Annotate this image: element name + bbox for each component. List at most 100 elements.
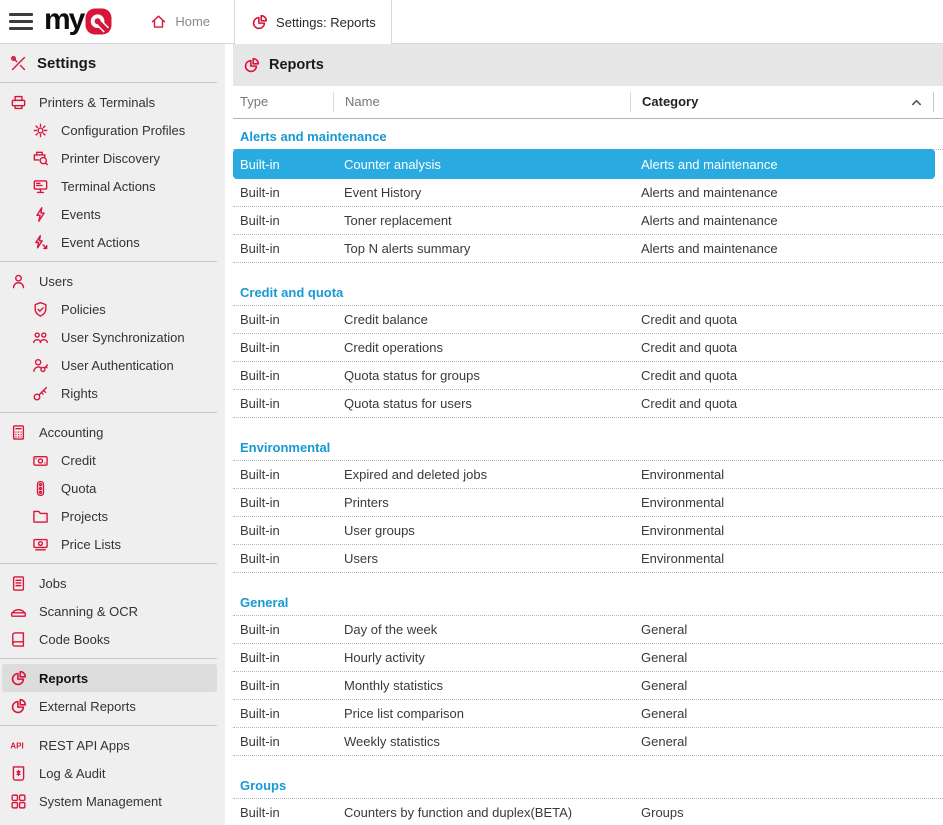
cell-type: Built-in — [233, 734, 333, 749]
table-row-expired-and-deleted-jobs[interactable]: Built-inExpired and deleted jobsEnvironm… — [233, 461, 943, 489]
sidebar-nav: Printers & TerminalsConfiguration Profil… — [0, 82, 225, 815]
cell-name: Quota status for groups — [333, 368, 630, 383]
cell-name: Hourly activity — [333, 650, 630, 665]
cell-type: Built-in — [233, 523, 333, 538]
cell-name: Day of the week — [333, 622, 630, 637]
sidebar-item-label: Terminal Actions — [61, 179, 156, 194]
table-row-counter-analysis[interactable]: Built-inCounter analysisAlerts and maint… — [233, 149, 935, 179]
table-row-printers[interactable]: Built-inPrintersEnvironmental — [233, 489, 943, 517]
table-row-credit-operations[interactable]: Built-inCredit operationsCredit and quot… — [233, 334, 943, 362]
cell-type: Built-in — [233, 551, 333, 566]
table-row-price-list-comparison[interactable]: Built-inPrice list comparisonGeneral — [233, 700, 943, 728]
sidebar-item-code-books[interactable]: Code Books — [0, 625, 225, 653]
sidebar-item-user-authentication[interactable]: User Authentication — [0, 351, 225, 379]
sidebar-item-accounting[interactable]: Accounting — [0, 418, 225, 446]
table-row-quota-status-for-groups[interactable]: Built-inQuota status for groupsCredit an… — [233, 362, 943, 390]
myq-logo[interactable]: my — [44, 0, 112, 43]
cell-type: Built-in — [233, 241, 333, 256]
sidebar-item-label: Quota — [61, 481, 96, 496]
column-label: Type — [240, 94, 268, 109]
sidebar-item-label: Projects — [61, 509, 108, 524]
cell-name: User groups — [333, 523, 630, 538]
sidebar: Settings Printers & TerminalsConfigurati… — [0, 44, 225, 825]
group-header: Credit and quota — [233, 283, 943, 306]
cell-type: Built-in — [233, 157, 333, 172]
sidebar-item-rest-api-apps[interactable]: APIREST API Apps — [0, 731, 225, 759]
sidebar-item-external-reports[interactable]: External Reports — [0, 692, 225, 720]
table-row-monthly-statistics[interactable]: Built-inMonthly statisticsGeneral — [233, 672, 943, 700]
report-group-environmental: EnvironmentalBuilt-inExpired and deleted… — [233, 438, 943, 573]
table-row-counters-by-function-and-duplex-beta[interactable]: Built-inCounters by function and duplex(… — [233, 799, 943, 825]
pie-chart-icon — [250, 14, 268, 31]
cell-category: Environmental — [630, 467, 943, 482]
user-icon — [9, 273, 27, 290]
sidebar-item-log-audit[interactable]: Log & Audit — [0, 759, 225, 787]
page-header: Reports — [233, 44, 943, 86]
grid-icon — [9, 793, 27, 810]
cell-name: Event History — [333, 185, 630, 200]
sidebar-item-events[interactable]: Events — [0, 200, 225, 228]
cell-name: Printers — [333, 495, 630, 510]
table-row-hourly-activity[interactable]: Built-inHourly activityGeneral — [233, 644, 943, 672]
sidebar-item-configuration-profiles[interactable]: Configuration Profiles — [0, 116, 225, 144]
sidebar-item-users[interactable]: Users — [0, 267, 225, 295]
cell-name: Weekly statistics — [333, 734, 630, 749]
sidebar-item-user-synchronization[interactable]: User Synchronization — [0, 323, 225, 351]
cell-name: Credit balance — [333, 312, 630, 327]
cell-category: General — [630, 622, 943, 637]
sidebar-item-printers-terminals[interactable]: Printers & Terminals — [0, 88, 225, 116]
column-header-type[interactable]: Type — [233, 92, 333, 112]
sidebar-item-rights[interactable]: Rights — [0, 379, 225, 407]
table-row-top-n-alerts-summary[interactable]: Built-inTop N alerts summaryAlerts and m… — [233, 235, 943, 263]
sidebar-item-printer-discovery[interactable]: Printer Discovery — [0, 144, 225, 172]
cell-category: Credit and quota — [630, 312, 943, 327]
sidebar-item-jobs[interactable]: Jobs — [0, 569, 225, 597]
cell-type: Built-in — [233, 622, 333, 637]
cell-type: Built-in — [233, 467, 333, 482]
tab-bar: HomeSettings: Reports — [134, 0, 391, 43]
cell-type: Built-in — [233, 805, 333, 820]
calculator-icon — [9, 424, 27, 441]
sidebar-item-label: Accounting — [39, 425, 103, 440]
table-row-user-groups[interactable]: Built-inUser groupsEnvironmental — [233, 517, 943, 545]
svg-text:API: API — [10, 741, 23, 750]
lightning-icon — [31, 206, 49, 223]
sidebar-item-label: Users — [39, 274, 73, 289]
sidebar-item-terminal-actions[interactable]: Terminal Actions — [0, 172, 225, 200]
printer-icon — [9, 94, 27, 111]
table-header: Type NameCategory — [233, 86, 943, 119]
sidebar-item-label: Event Actions — [61, 235, 140, 250]
table-row-event-history[interactable]: Built-inEvent HistoryAlerts and maintena… — [233, 179, 943, 207]
sidebar-item-quota[interactable]: Quota — [0, 474, 225, 502]
sidebar-item-credit[interactable]: Credit — [0, 446, 225, 474]
cell-category: Environmental — [630, 495, 943, 510]
sidebar-item-price-lists[interactable]: Price Lists — [0, 530, 225, 558]
cell-category: Credit and quota — [630, 368, 943, 383]
sidebar-item-policies[interactable]: Policies — [0, 295, 225, 323]
scanner-icon — [9, 603, 27, 620]
column-header-category[interactable]: Category — [630, 92, 933, 112]
sidebar-item-reports[interactable]: Reports — [2, 664, 217, 692]
tab-settings-reports[interactable]: Settings: Reports — [234, 0, 392, 44]
logo-q-mark — [85, 8, 112, 35]
table-row-users[interactable]: Built-inUsersEnvironmental — [233, 545, 943, 573]
table-row-quota-status-for-users[interactable]: Built-inQuota status for usersCredit and… — [233, 390, 943, 418]
sidebar-item-system-management[interactable]: System Management — [0, 787, 225, 815]
tab-home[interactable]: Home — [134, 0, 225, 43]
sidebar-divider — [0, 725, 217, 726]
page-title: Reports — [269, 57, 324, 73]
column-header-name[interactable]: Name — [333, 92, 630, 112]
sidebar-item-label: Policies — [61, 302, 106, 317]
menu-icon[interactable] — [9, 8, 33, 36]
report-group-alerts-and-maintenance: Alerts and maintenance Built-inCounter an… — [233, 127, 943, 263]
sidebar-item-scanning-ocr[interactable]: Scanning & OCR — [0, 597, 225, 625]
cell-category: Alerts and maintenance — [630, 213, 943, 228]
table-row-credit-balance[interactable]: Built-inCredit balanceCredit and quota — [233, 306, 943, 334]
cell-category: General — [630, 650, 943, 665]
table-row-weekly-statistics[interactable]: Built-inWeekly statisticsGeneral — [233, 728, 943, 756]
table-row-day-of-the-week[interactable]: Built-inDay of the weekGeneral — [233, 616, 943, 644]
cell-type: Built-in — [233, 340, 333, 355]
table-row-toner-replacement[interactable]: Built-inToner replacementAlerts and main… — [233, 207, 943, 235]
sidebar-item-event-actions[interactable]: Event Actions — [0, 228, 225, 256]
sidebar-item-projects[interactable]: Projects — [0, 502, 225, 530]
